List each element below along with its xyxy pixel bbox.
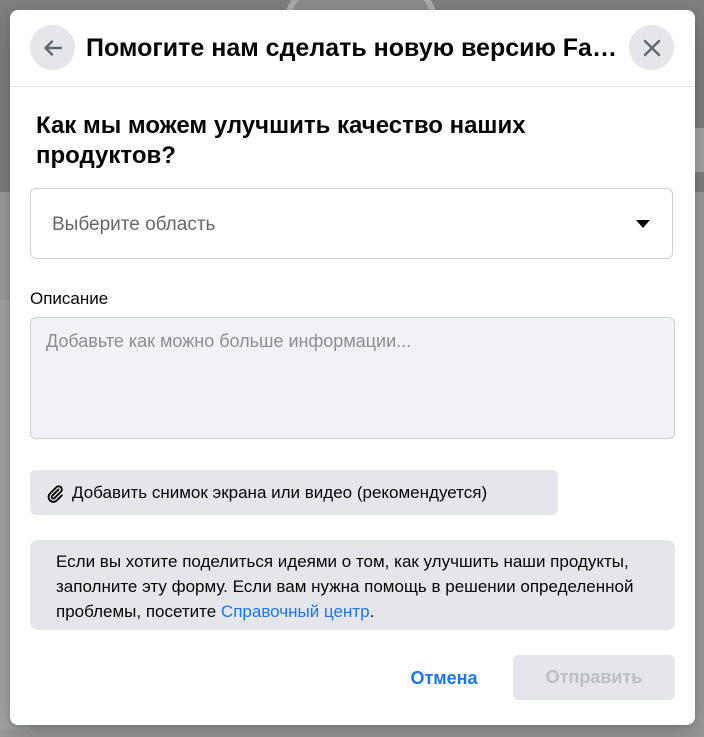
dialog-title: Помогите нам сделать новую версию Facebo… xyxy=(86,34,618,62)
submit-button[interactable]: Отправить xyxy=(513,655,675,700)
feedback-dialog: Помогите нам сделать новую версию Facebo… xyxy=(10,10,695,725)
info-suffix: . xyxy=(369,602,375,621)
description-label: Описание xyxy=(30,289,109,308)
back-button[interactable] xyxy=(30,25,75,70)
arrow-left-icon xyxy=(42,37,64,59)
help-center-link[interactable]: Справочный центр xyxy=(221,602,370,621)
add-screenshot-button[interactable]: Добавить снимок экрана или видео (рекоме… xyxy=(30,470,558,515)
close-button[interactable] xyxy=(629,25,674,70)
caret-down-icon xyxy=(636,220,650,228)
description-field[interactable] xyxy=(30,317,675,439)
dialog-header: Помогите нам сделать новую версию Facebo… xyxy=(10,10,695,87)
area-select[interactable]: Выберите область xyxy=(30,188,673,259)
paperclip-icon xyxy=(44,482,66,504)
cancel-button[interactable]: Отмена xyxy=(394,656,494,700)
area-select-placeholder: Выберите область xyxy=(52,214,216,235)
add-screenshot-label: Добавить снимок экрана или видео (рекоме… xyxy=(72,482,488,502)
question-heading: Как мы можем улучшить качество наших про… xyxy=(36,112,526,169)
info-box: Если вы хотите поделиться идеями о том, … xyxy=(30,540,675,630)
close-icon xyxy=(642,38,662,58)
